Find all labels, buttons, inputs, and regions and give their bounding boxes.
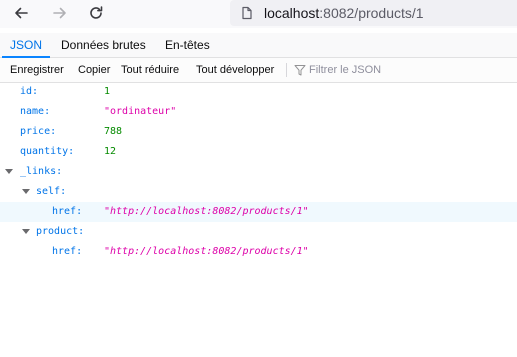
viewer-tabs: JSON Données brutes En-têtes (0, 33, 517, 58)
json-toolbar: Enregistrer Copier Tout réduire Tout dév… (0, 58, 517, 83)
json-row-self[interactable]: self: (0, 182, 517, 202)
url-text: localhost:8082/products/1 (264, 5, 424, 21)
arrow-left-icon (15, 7, 28, 19)
forward-button[interactable] (48, 2, 72, 24)
json-key: href: (52, 206, 83, 217)
json-key: self: (36, 186, 67, 197)
filter-json-input[interactable] (309, 58, 509, 82)
url-host: localhost (264, 5, 320, 21)
expand-all-button[interactable]: Tout développer (196, 58, 274, 82)
json-row-product[interactable]: product: (0, 222, 517, 242)
address-bar[interactable]: localhost:8082/products/1 (230, 0, 517, 26)
json-key: quantity: (20, 146, 75, 157)
json-key: _links: (20, 166, 63, 177)
json-key: product: (36, 226, 85, 237)
json-key: name: (20, 106, 51, 117)
tab-json[interactable]: JSON (1, 33, 51, 58)
json-value-number: 788 (104, 126, 123, 137)
chevron-down-icon[interactable] (22, 229, 30, 234)
page-icon (240, 6, 254, 20)
toolbar-divider (286, 63, 287, 77)
tab-raw-data[interactable]: Données brutes (61, 33, 146, 57)
reload-button[interactable] (84, 2, 108, 24)
tab-headers[interactable]: En-têtes (165, 33, 210, 57)
save-button[interactable]: Enregistrer (10, 58, 64, 82)
json-key: href: (52, 246, 83, 257)
json-row-self-href: href: "http://localhost:8082/products/1" (0, 202, 517, 222)
browser-toolbar: localhost:8082/products/1 (0, 0, 517, 28)
json-value-link[interactable]: "http://localhost:8082/products/1" (104, 242, 309, 262)
json-row-id: id: 1 (0, 82, 517, 102)
json-row-quantity: quantity: 12 (0, 142, 517, 162)
back-button[interactable] (9, 2, 33, 24)
json-row-name: name: "ordinateur" (0, 102, 517, 122)
reload-icon (90, 6, 103, 19)
copy-button[interactable]: Copier (78, 58, 110, 82)
json-value-string: "ordinateur" (104, 106, 177, 117)
json-value-link[interactable]: "http://localhost:8082/products/1" (104, 202, 309, 222)
collapse-all-button[interactable]: Tout réduire (121, 58, 179, 82)
json-key: id: (20, 86, 39, 97)
url-path: :8082/products/1 (319, 5, 424, 21)
arrow-right-icon (53, 7, 66, 19)
json-row-product-href: href: "http://localhost:8082/products/1" (0, 242, 517, 262)
json-value-number: 12 (104, 146, 117, 157)
json-row-price: price: 788 (0, 122, 517, 142)
filter-icon (294, 65, 306, 76)
chevron-down-icon[interactable] (5, 169, 13, 174)
chevron-down-icon[interactable] (22, 189, 30, 194)
json-value-number: 1 (104, 86, 111, 97)
json-row-links[interactable]: _links: (0, 162, 517, 182)
json-key: price: (20, 126, 57, 137)
